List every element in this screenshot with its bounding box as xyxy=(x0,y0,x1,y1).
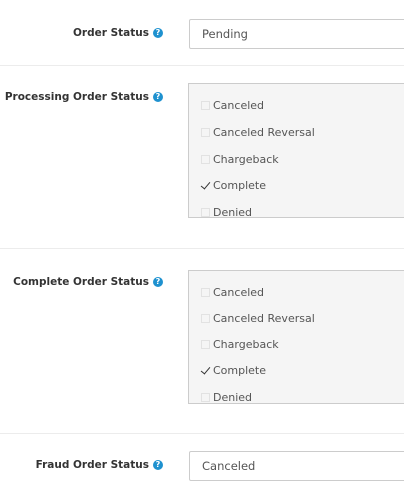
complete-option-canceled-reversal[interactable]: Canceled Reversal xyxy=(201,308,315,328)
complete-order-status-list[interactable]: Canceled Canceled Reversal Chargeback Co… xyxy=(188,270,404,404)
checkbox[interactable] xyxy=(201,154,210,164)
processing-option-complete[interactable]: Complete xyxy=(201,175,266,195)
checkbox[interactable] xyxy=(201,100,210,110)
fraud-order-status-select[interactable]: Canceled xyxy=(189,451,404,481)
help-icon[interactable]: ? xyxy=(153,277,163,287)
checkbox[interactable] xyxy=(201,392,210,402)
order-status-select[interactable]: Pending xyxy=(189,19,404,49)
divider xyxy=(0,248,404,249)
complete-option-complete[interactable]: Complete xyxy=(201,360,266,380)
complete-option-canceled[interactable]: Canceled xyxy=(201,282,264,302)
processing-option-chargeback[interactable]: Chargeback xyxy=(201,149,279,169)
order-status-label: Order Status ? xyxy=(73,27,163,39)
divider xyxy=(0,433,404,434)
checkbox[interactable] xyxy=(201,127,210,137)
help-icon[interactable]: ? xyxy=(153,460,163,470)
checkbox[interactable] xyxy=(201,207,210,217)
checkbox[interactable] xyxy=(201,287,210,297)
complete-order-status-label: Complete Order Status ? xyxy=(13,276,163,288)
processing-option-canceled[interactable]: Canceled xyxy=(201,95,264,115)
processing-option-canceled-reversal[interactable]: Canceled Reversal xyxy=(201,122,315,142)
checkbox-checked[interactable] xyxy=(201,180,210,190)
checkbox[interactable] xyxy=(201,339,210,349)
checkbox[interactable] xyxy=(201,313,210,323)
fraud-order-status-label: Fraud Order Status ? xyxy=(36,459,163,471)
checkbox-checked[interactable] xyxy=(201,365,210,375)
processing-order-status-label: Processing Order Status ? xyxy=(5,91,163,103)
order-status-settings: Order Status ? Pending Processing Order … xyxy=(0,0,404,492)
complete-option-denied[interactable]: Denied xyxy=(201,387,252,403)
processing-option-denied[interactable]: Denied xyxy=(201,202,252,217)
help-icon[interactable]: ? xyxy=(153,92,163,102)
processing-order-status-list[interactable]: Canceled Canceled Reversal Chargeback Co… xyxy=(188,83,404,218)
complete-option-chargeback[interactable]: Chargeback xyxy=(201,334,279,354)
divider xyxy=(0,65,404,66)
help-icon[interactable]: ? xyxy=(153,28,163,38)
